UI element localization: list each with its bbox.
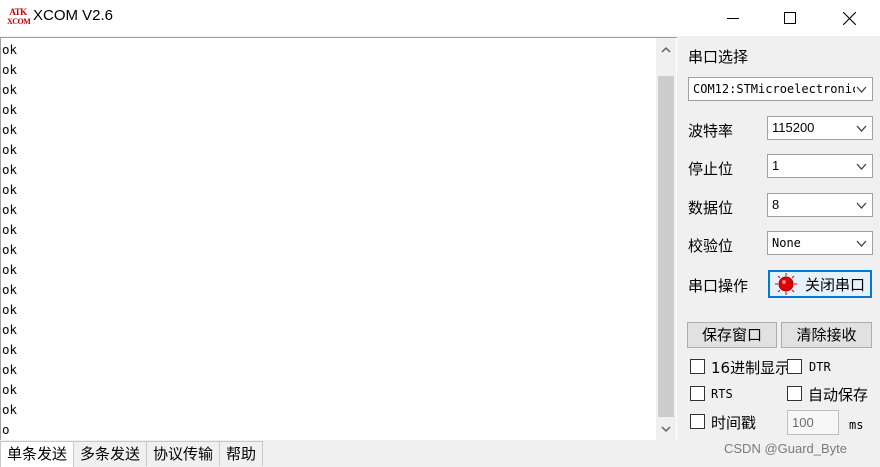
- send-tabs: 单条发送 多条发送 协议传输 帮助: [0, 441, 264, 467]
- auto-save-label: 自动保存: [808, 386, 869, 404]
- receive-line: ok: [2, 242, 18, 257]
- receive-line: ok: [2, 62, 18, 77]
- timestamp-unit: ms: [849, 418, 864, 432]
- close-port-button[interactable]: 关闭串口: [768, 270, 872, 298]
- port-select-label: 串口选择: [688, 48, 749, 66]
- hex-display-checkbox[interactable]: [690, 359, 705, 374]
- tab-protocol-transfer[interactable]: 协议传输: [146, 441, 221, 466]
- timestamp-label: 时间戳: [711, 414, 757, 432]
- port-operation-label: 串口操作: [688, 277, 749, 295]
- receive-line: ok: [2, 82, 18, 97]
- dtr-label: DTR: [809, 360, 831, 374]
- scroll-up-button[interactable]: [656, 40, 676, 60]
- logo-text-bottom: XCOM: [7, 17, 31, 26]
- receive-area[interactable]: ok ok ok ok ok ok ok ok ok ok ok ok ok ok ok ok ok ok ok o: [0, 37, 677, 440]
- receive-line: ok: [2, 202, 18, 217]
- dtr-checkbox[interactable]: [787, 359, 802, 374]
- parity-select[interactable]: None: [767, 231, 873, 255]
- tab-help[interactable]: 帮助: [219, 441, 264, 466]
- save-window-button[interactable]: 保存窗口: [687, 322, 777, 348]
- watermark: CSDN @Guard_Byte: [724, 441, 848, 456]
- minimize-icon: [727, 18, 739, 19]
- maximize-icon: [784, 12, 796, 24]
- clear-receive-button[interactable]: 清除接收: [781, 322, 872, 348]
- chevron-down-icon: [855, 83, 868, 96]
- data-bits-label: 数据位: [688, 199, 734, 217]
- auto-save-checkbox[interactable]: [787, 386, 802, 401]
- data-bits-select[interactable]: 8: [767, 193, 873, 217]
- data-bits-value: 8: [772, 197, 780, 212]
- stop-bits-select[interactable]: 1: [767, 154, 873, 178]
- parity-value: None: [772, 236, 801, 250]
- chevron-down-icon: [856, 202, 867, 209]
- receive-text: ok ok ok ok ok ok ok ok ok ok ok ok ok ok ok ok ok ok ok o: [2, 40, 17, 440]
- chevron-down-icon: [856, 125, 867, 132]
- close-icon: [842, 11, 856, 25]
- scrollbar-thumb[interactable]: [658, 76, 674, 417]
- stop-bits-label: 停止位: [688, 160, 734, 178]
- tab-multi-send[interactable]: 多条发送: [73, 441, 148, 466]
- tab-single-send[interactable]: 单条发送: [0, 441, 75, 467]
- baud-rate-select[interactable]: 115200: [767, 116, 873, 140]
- app-logo: ATK XCOM: [7, 7, 31, 29]
- receive-line: ok: [2, 102, 18, 117]
- receive-line: ok: [2, 402, 18, 417]
- rts-checkbox[interactable]: [690, 386, 705, 401]
- hex-display-label: 16进制显示: [711, 359, 791, 377]
- receive-line: ok: [2, 222, 18, 237]
- receive-line: ok: [2, 182, 18, 197]
- chevron-down-icon: [856, 240, 867, 247]
- timestamp-checkbox[interactable]: [690, 414, 705, 429]
- vertical-scrollbar[interactable]: [656, 38, 676, 440]
- timestamp-interval-input[interactable]: 100: [787, 410, 839, 435]
- baud-rate-value: 115200: [772, 120, 815, 135]
- maximize-button[interactable]: [767, 0, 813, 36]
- close-port-button-label: 关闭串口: [805, 275, 866, 294]
- scroll-down-button[interactable]: [656, 419, 676, 439]
- stop-bits-value: 1: [772, 158, 780, 173]
- receive-line: ok: [2, 122, 18, 137]
- receive-line: ok: [2, 342, 18, 357]
- minimize-button[interactable]: [710, 0, 756, 36]
- port-select[interactable]: COM12:STMicroelectronics: [688, 77, 873, 101]
- port-select-value: COM12:STMicroelectronics: [693, 82, 867, 96]
- rts-label: RTS: [711, 387, 733, 401]
- status-led-icon: [775, 273, 797, 295]
- close-button[interactable]: [826, 0, 872, 36]
- receive-line: ok: [2, 362, 18, 377]
- parity-label: 校验位: [688, 237, 734, 255]
- receive-line: ok: [2, 282, 18, 297]
- window-title: XCOM V2.6: [33, 7, 114, 24]
- receive-line: ok: [2, 42, 18, 57]
- receive-line: ok: [2, 302, 18, 317]
- title-bar: ATK XCOM XCOM V2.6: [0, 0, 880, 36]
- chevron-up-icon: [661, 46, 671, 53]
- receive-line: ok: [2, 382, 18, 397]
- logo-text-top: ATK: [9, 7, 27, 17]
- receive-line: o: [2, 422, 10, 437]
- receive-line: ok: [2, 262, 18, 277]
- receive-line: ok: [2, 162, 18, 177]
- chevron-down-icon: [856, 163, 867, 170]
- baud-rate-label: 波特率: [688, 122, 734, 140]
- receive-line: ok: [2, 322, 18, 337]
- chevron-down-icon: [661, 426, 671, 433]
- receive-line: ok: [2, 142, 18, 157]
